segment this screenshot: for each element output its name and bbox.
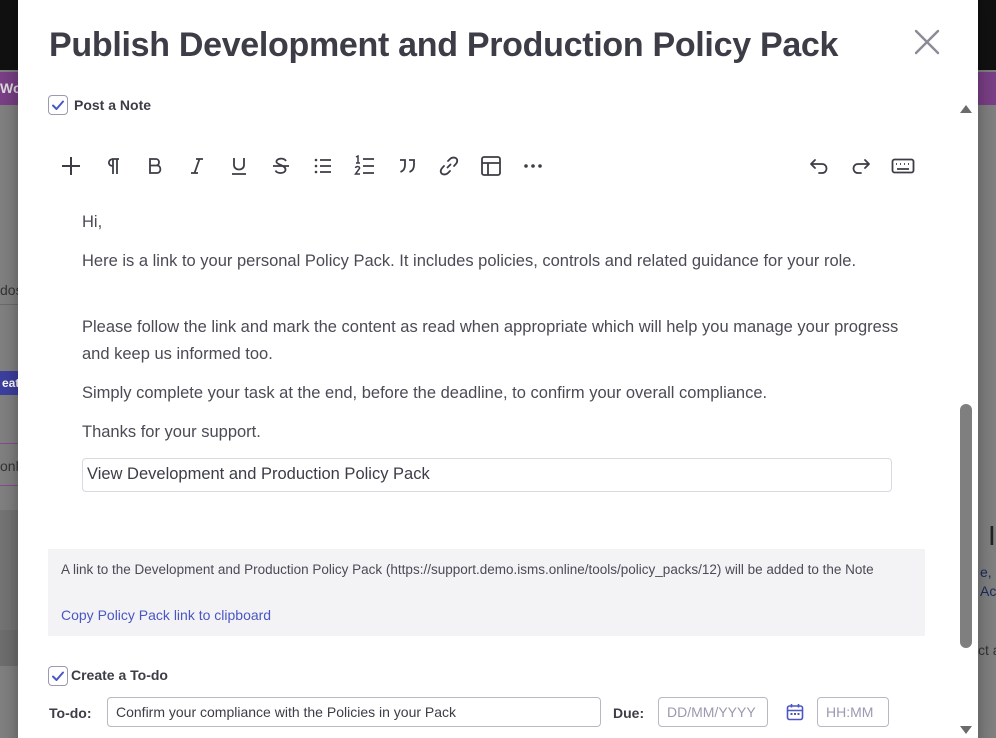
numbered-list-icon <box>354 155 374 175</box>
bold-icon <box>149 158 162 174</box>
bullet-list-button[interactable] <box>309 152 337 180</box>
todo-field-label: To-do: <box>49 705 92 721</box>
close-icon <box>914 29 940 55</box>
background-text-fragment: I <box>988 520 996 551</box>
checkmark-icon <box>52 100 64 110</box>
create-todo-checkbox[interactable] <box>48 666 68 686</box>
strikethrough-button[interactable] <box>267 152 295 180</box>
calendar-button[interactable] <box>785 702 805 722</box>
due-time-input[interactable]: HH:MM <box>817 697 889 727</box>
undo-button[interactable] <box>805 152 833 180</box>
insert-button[interactable] <box>57 152 85 180</box>
scrollbar-thumb[interactable] <box>960 404 972 648</box>
link-button[interactable] <box>435 152 463 180</box>
link-info-box: A link to the Development and Production… <box>48 549 925 636</box>
link-icon <box>439 156 459 176</box>
editor-paragraph[interactable]: Here is a link to your personal Policy P… <box>82 248 902 275</box>
redo-icon <box>852 159 870 174</box>
editor-paragraph[interactable]: Simply complete your task at the end, be… <box>82 380 902 407</box>
caret-down-icon <box>960 726 972 734</box>
editor-paragraph[interactable]: Thanks for your support. <box>82 419 902 446</box>
create-todo-label: Create a To-do <box>71 667 168 683</box>
background-divider <box>0 485 18 486</box>
italic-button[interactable] <box>183 152 211 180</box>
editor-paragraph[interactable]: Please follow the link and mark the cont… <box>82 314 902 368</box>
italic-icon <box>191 158 203 174</box>
scroll-up-button[interactable] <box>959 102 973 120</box>
due-label: Due: <box>613 705 645 721</box>
policy-pack-link-block[interactable]: View Development and Production Policy P… <box>82 458 892 492</box>
keyboard-shortcuts-button[interactable] <box>889 152 917 180</box>
table-icon <box>481 156 501 176</box>
bullet-list-icon <box>314 158 331 174</box>
close-button[interactable] <box>912 27 942 57</box>
link-info-text: A link to the Development and Production… <box>61 562 874 577</box>
checkmark-icon <box>52 671 64 681</box>
paragraph-icon <box>107 158 119 174</box>
calendar-icon <box>786 704 804 721</box>
numbered-list-button[interactable] <box>351 152 379 180</box>
quote-icon <box>400 159 415 173</box>
quote-button[interactable] <box>393 152 421 180</box>
todo-input[interactable]: Confirm your compliance with the Policie… <box>107 697 601 727</box>
more-icon <box>524 164 542 168</box>
paragraph-button[interactable] <box>99 152 127 180</box>
dialog-title: Publish Development and Production Polic… <box>49 26 839 64</box>
table-button[interactable] <box>477 152 505 180</box>
redo-button[interactable] <box>847 152 875 180</box>
post-note-checkbox[interactable] <box>48 95 68 115</box>
bold-button[interactable] <box>141 152 169 180</box>
undo-icon <box>810 159 828 174</box>
editor-greeting[interactable]: Hi, <box>82 209 902 236</box>
background-divider <box>0 304 18 305</box>
strikethrough-icon <box>273 157 289 174</box>
underline-icon <box>232 158 246 175</box>
background-panel <box>0 630 18 666</box>
underline-button[interactable] <box>225 152 253 180</box>
background-divider <box>0 443 18 444</box>
copy-link-button[interactable]: Copy Policy Pack link to clipboard <box>61 607 271 623</box>
background-text-fragment: ct a <box>978 642 996 658</box>
background-text-fragment: Act <box>980 583 996 599</box>
scroll-down-button[interactable] <box>959 723 973 738</box>
caret-up-icon <box>960 105 972 113</box>
due-date-input[interactable]: DD/MM/YYYY <box>658 697 768 727</box>
plus-icon <box>62 157 80 175</box>
background-text-fragment: e, H <box>980 564 996 580</box>
background-panel <box>0 510 18 630</box>
post-note-label: Post a Note <box>74 97 152 113</box>
keyboard-icon <box>891 158 915 174</box>
more-options-button[interactable] <box>519 152 547 180</box>
